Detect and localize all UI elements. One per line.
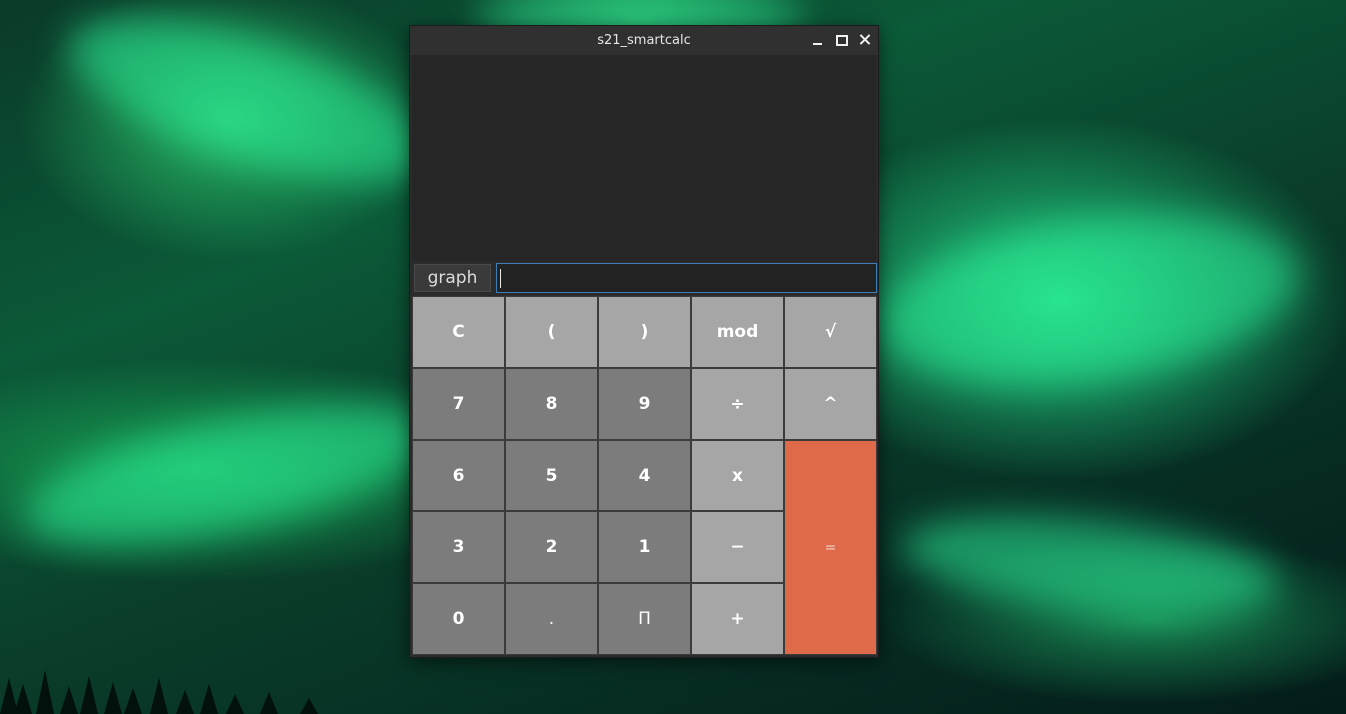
window-title: s21_smartcalc <box>597 33 691 48</box>
digit-2-button[interactable]: 2 <box>505 511 598 583</box>
digit-8-button[interactable]: 8 <box>505 368 598 440</box>
pi-button[interactable]: Π <box>598 583 691 655</box>
decimal-point-button[interactable]: . <box>505 583 598 655</box>
digit-7-button[interactable]: 7 <box>412 368 505 440</box>
text-caret <box>500 269 501 288</box>
digit-1-button[interactable]: 1 <box>598 511 691 583</box>
subtract-button[interactable]: − <box>691 511 784 583</box>
maximize-icon[interactable] <box>834 32 850 48</box>
graph-button[interactable]: graph <box>414 264 491 292</box>
keypad: C ( ) mod √ 7 8 9 ÷ ^ 6 5 4 x 3 2 1 − 0 … <box>412 296 878 655</box>
open-paren-button[interactable]: ( <box>505 296 598 368</box>
digit-0-button[interactable]: 0 <box>412 583 505 655</box>
multiply-button[interactable]: x <box>691 440 784 511</box>
clear-button[interactable]: C <box>412 296 505 368</box>
digit-3-button[interactable]: 3 <box>412 511 505 583</box>
sqrt-button[interactable]: √ <box>784 296 877 368</box>
digit-9-button[interactable]: 9 <box>598 368 691 440</box>
digit-5-button[interactable]: 5 <box>505 440 598 511</box>
add-button[interactable]: + <box>691 583 784 655</box>
digit-6-button[interactable]: 6 <box>412 440 505 511</box>
divide-button[interactable]: ÷ <box>691 368 784 440</box>
output-display <box>412 55 876 261</box>
close-paren-button[interactable]: ) <box>598 296 691 368</box>
calculator-window: s21_smartcalc graph C ( ) mod √ 7 8 9 ÷ … <box>409 25 879 658</box>
input-row: graph <box>412 262 877 294</box>
digit-4-button[interactable]: 4 <box>598 440 691 511</box>
expression-input[interactable] <box>496 263 877 293</box>
power-button[interactable]: ^ <box>784 368 877 440</box>
minimize-icon[interactable] <box>810 32 826 48</box>
mod-button[interactable]: mod <box>691 296 784 368</box>
title-bar[interactable]: s21_smartcalc <box>410 26 878 55</box>
close-icon[interactable] <box>857 32 873 48</box>
equals-button[interactable]: = <box>784 440 877 655</box>
